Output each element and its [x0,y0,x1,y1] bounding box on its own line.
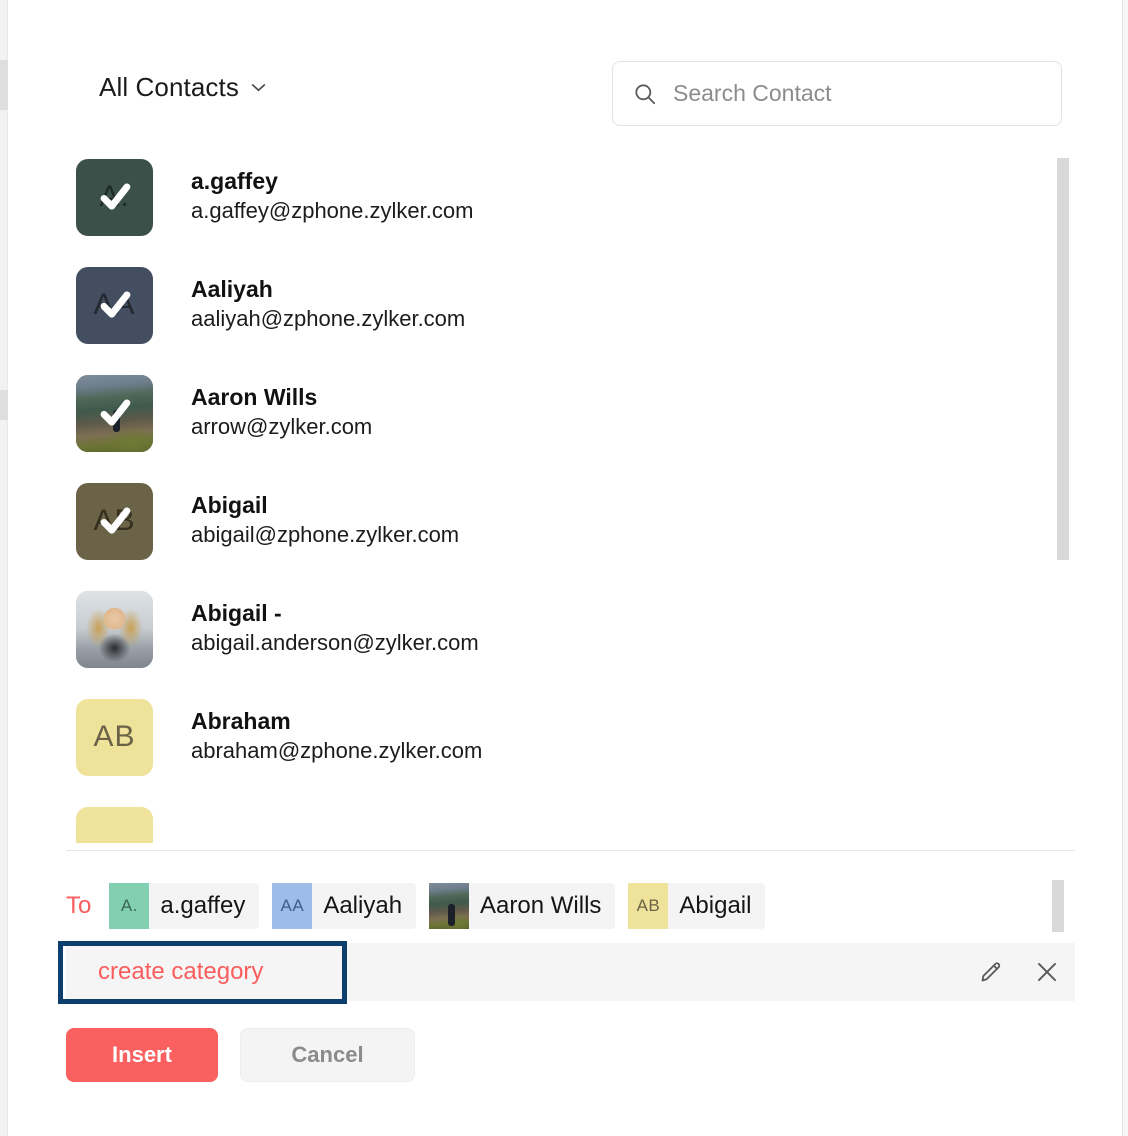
left-panel-edge [0,0,8,1136]
contact-email: a.gaffey@zphone.zylker.com [191,198,474,224]
pencil-icon[interactable] [977,958,1005,986]
contact-list-item[interactable]: Abigail - abigail.anderson@zylker.com [9,575,1122,683]
dialog-header: All Contacts [9,0,1122,140]
avatar-initials: AB [93,720,136,753]
contact-text: Aaliyah aaliyah@zphone.zylker.com [191,275,465,335]
recipient-chips: A. a.gaffey AA Aaliyah Aaron Wills AB Abigail [109,883,766,929]
selected-check-icon [76,483,153,560]
contact-list-item[interactable] [9,791,1122,843]
contact-text: a.gaffey a.gaffey@zphone.zylker.com [191,167,473,227]
dialog-footer: Insert Cancel [66,1028,415,1082]
right-panel-edge [1122,0,1128,1136]
chip-name: Abigail [679,892,752,919]
recipient-chip[interactable]: AA Aaliyah [272,883,417,929]
avatar[interactable] [76,374,153,452]
category-actions [977,943,1061,1001]
category-name[interactable]: create category [98,958,263,986]
contact-name: Abraham [191,707,291,734]
avatar[interactable] [76,590,153,668]
contact-picker-dialog: All Contacts A.a.gaffeya.ga [0,0,1128,1136]
search-contact-box[interactable] [612,61,1062,126]
contact-list-item[interactable]: A. a.gaffey a.gaffey@zphone.zylker.com [9,143,1122,251]
close-icon[interactable] [1033,958,1061,986]
contact-list-item[interactable]: AB Abraham abraham@zphone.zylker.com [9,683,1122,791]
search-icon [633,82,657,106]
selected-check-icon [76,375,153,452]
recipients-scrollbar-thumb[interactable] [1052,880,1064,932]
contact-list-item[interactable]: Aaron Wills arrow@zylker.com [9,359,1122,467]
chip-name: a.gaffey [160,892,246,919]
selected-check-icon [76,159,153,236]
insert-button[interactable]: Insert [66,1028,218,1082]
contact-list: A. a.gaffey a.gaffey@zphone.zylker.com AA Aa… [9,143,1122,843]
chip-avatar: A. [109,883,150,929]
chip-name: Aaron Wills [480,892,602,919]
contact-name: Abigail - [191,599,282,626]
chip-avatar [429,883,470,929]
contact-list-scrollbar[interactable] [1055,143,1069,843]
contact-text: Abigail - abigail.anderson@zylker.com [191,599,479,659]
avatar-initials: AA [280,896,305,915]
contact-email: arrow@zylker.com [191,414,373,440]
contact-email: aaliyah@zphone.zylker.com [191,306,466,332]
recipient-chip[interactable]: Aaron Wills [429,883,616,929]
selected-check-icon [76,267,153,344]
avatar-initials: AB [636,896,661,915]
avatar-photo [76,590,153,668]
contact-text: Aaron Wills arrow@zylker.com [191,383,372,443]
avatar[interactable]: AA [76,266,153,344]
contact-name: Aaliyah [191,275,273,302]
avatar[interactable] [76,806,153,843]
avatar-initials: A. [120,896,138,915]
contact-name: a.gaffey [191,167,278,194]
contact-name: Aaron Wills [191,383,318,410]
left-edge-nub-top [0,60,8,110]
all-contacts-dropdown[interactable]: All Contacts [99,72,266,103]
chevron-down-icon [251,83,266,92]
contact-list-scrollbar-thumb[interactable] [1057,158,1069,560]
left-edge-nub-mid [0,390,8,420]
contact-text: Abigail abigail@zphone.zylker.com [191,491,459,551]
contact-text: Abraham abraham@zphone.zylker.com [191,707,482,767]
contact-list-item[interactable]: AB Abigail abigail@zphone.zylker.com [9,467,1122,575]
search-input[interactable] [671,79,1041,108]
list-footer-divider [66,850,1075,851]
dialog-body: All Contacts A.a.gaffeya.ga [9,0,1122,1136]
contact-email: abigail.anderson@zylker.com [191,630,479,656]
chip-avatar: AB [628,883,669,929]
recipient-chip[interactable]: AB Abigail [628,883,766,929]
avatar[interactable]: AB [76,482,153,560]
all-contacts-label: All Contacts [99,72,239,102]
contact-name: Abigail [191,491,268,518]
avatar-photo [429,883,470,929]
cancel-button[interactable]: Cancel [240,1028,415,1082]
avatar[interactable]: AB [76,698,153,776]
recipient-chip[interactable]: A. a.gaffey [109,883,260,929]
contact-email: abraham@zphone.zylker.com [191,738,483,764]
to-label: To [66,892,92,919]
chip-name: Aaliyah [323,892,403,919]
chip-avatar: AA [272,883,313,929]
avatar[interactable]: A. [76,158,153,236]
recipients-row: To A. a.gaffey AA Aaliyah Aaron Wills AB Abiga… [66,876,1075,936]
contact-email: abigail@zphone.zylker.com [191,522,460,548]
contact-list-item[interactable]: AA Aaliyah aaliyah@zphone.zylker.com [9,251,1122,359]
category-bar: create category [66,943,1075,1001]
contact-list-viewport: A. a.gaffey a.gaffey@zphone.zylker.com AA Aa… [9,143,1122,843]
